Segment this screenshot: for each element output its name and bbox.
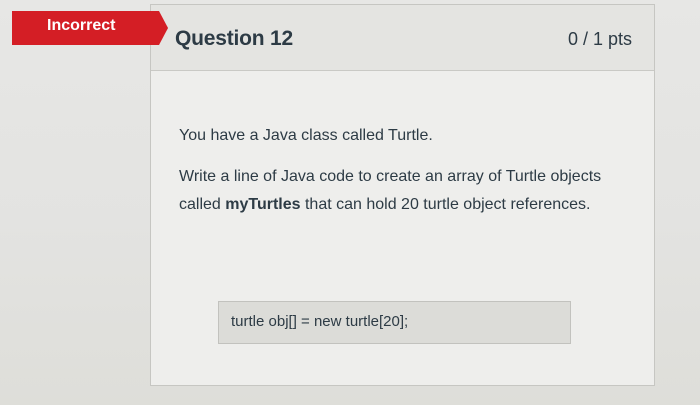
question-points: 0 / 1 pts [567,29,632,49]
question-body: You have a Java class called Turtle. Wri… [179,125,634,219]
prompt-emphasis: myTurtles [225,196,301,213]
incorrect-badge: Incorrect [12,11,168,45]
answer-box: turtle obj[] = new turtle[20]; [218,301,571,344]
question-prompt: Write a line of Java code to create an a… [179,163,629,219]
question-card: Question 12 0 / 1 pts You have a Java cl… [150,4,655,386]
prompt-text-after: that can hold 20 turtle object reference… [300,196,591,213]
question-title: Question 12 [175,27,293,50]
question-intro: You have a Java class called Turtle. [179,127,433,144]
question-header: Question 12 0 / 1 pts [151,5,654,71]
